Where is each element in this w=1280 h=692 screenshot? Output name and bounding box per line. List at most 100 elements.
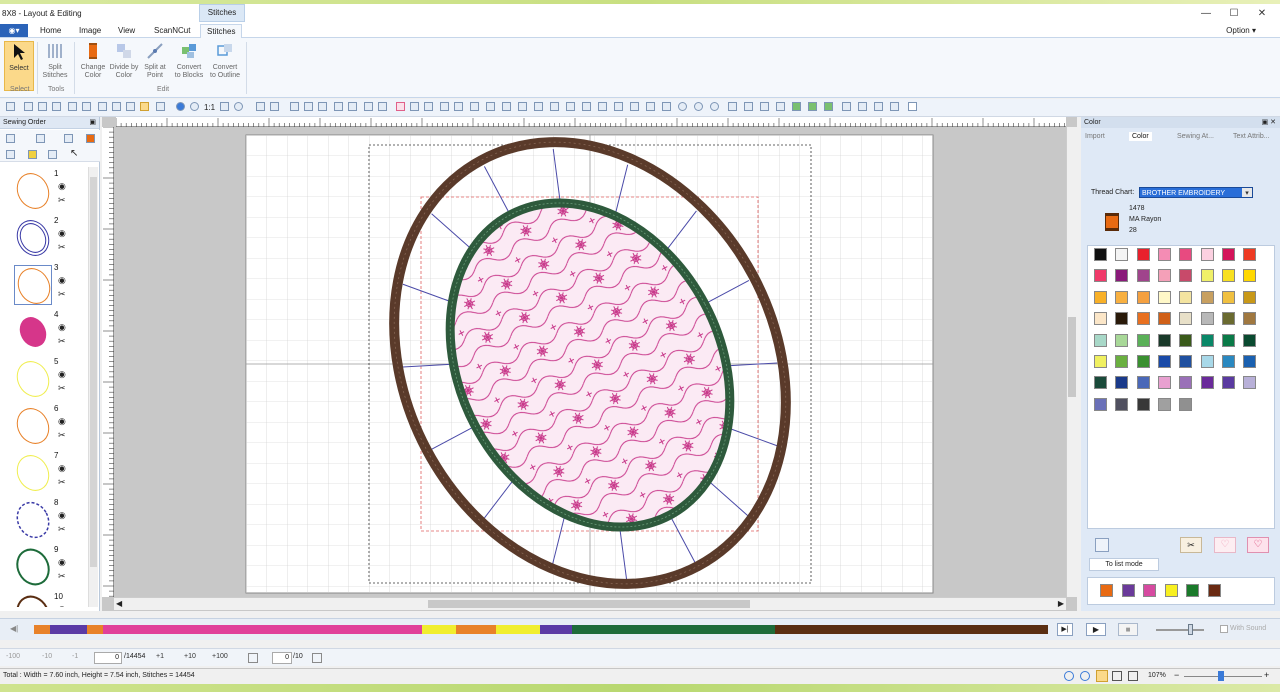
visibility-eye-icon[interactable]: ◉	[58, 463, 66, 474]
toolbar-icon[interactable]	[518, 102, 527, 111]
scissors-icon[interactable]: ✂	[58, 242, 66, 253]
thread-color-swatch[interactable]	[1094, 397, 1107, 411]
toolbar-icon[interactable]	[776, 102, 785, 111]
convert-to-blocks-button[interactable]: Convert to Blocks	[174, 41, 204, 80]
thread-color-swatch[interactable]	[1179, 376, 1193, 390]
thread-color-swatch[interactable]	[1157, 397, 1171, 411]
thread-color-swatch[interactable]	[1179, 312, 1193, 326]
scroll-left-icon[interactable]: ◀	[116, 599, 122, 608]
thread-color-swatch[interactable]	[1243, 290, 1257, 304]
toolbar-icon-active[interactable]	[140, 102, 149, 111]
thread-color-swatch[interactable]	[1136, 397, 1150, 411]
back-10-button[interactable]: -10	[42, 653, 52, 660]
toolbar-icon[interactable]	[842, 102, 851, 111]
zoom-in-icon[interactable]	[68, 102, 77, 111]
scissors-icon[interactable]: ✂	[58, 430, 66, 441]
panel-pin-icon[interactable]: ▣ ✕	[1262, 117, 1276, 128]
toolbar-icon[interactable]	[678, 102, 687, 111]
design-canvas[interactable]	[114, 127, 1066, 597]
toolbar-icon[interactable]	[256, 102, 265, 111]
thread-color-swatch[interactable]	[1200, 269, 1214, 283]
toolbar-icon[interactable]	[220, 102, 229, 111]
thread-color-swatch[interactable]	[1115, 397, 1129, 411]
minimize-button[interactable]: —	[1194, 7, 1218, 21]
thread-color-swatch[interactable]	[1221, 248, 1235, 261]
tab-scanncut[interactable]: ScanNCut	[148, 24, 196, 38]
thread-color-swatch[interactable]	[1243, 248, 1257, 261]
tab-sewing-attributes[interactable]: Sewing At...	[1177, 133, 1214, 140]
view-mode-icon-active[interactable]	[1096, 670, 1108, 682]
thread-color-swatch[interactable]	[1243, 376, 1257, 390]
forward-10-button[interactable]: +10	[184, 653, 196, 660]
toolbar-icon[interactable]	[824, 102, 833, 111]
scissors-icon[interactable]: ✂	[58, 383, 66, 394]
split-stitches-button[interactable]: Split Stitches	[40, 41, 70, 80]
visibility-eye-icon[interactable]: ◉	[58, 369, 66, 380]
thread-color-swatch[interactable]	[1094, 312, 1107, 326]
tab-image[interactable]: Image	[73, 24, 107, 38]
lock-icon[interactable]	[28, 150, 37, 159]
back-1-button[interactable]: -1	[72, 653, 78, 660]
list-mode-icon[interactable]	[1095, 538, 1109, 552]
sewing-order-item[interactable]: 1 ◉ ✂	[0, 167, 88, 213]
scissors-icon[interactable]: ✂	[58, 336, 66, 347]
thread-color-swatch[interactable]	[1157, 312, 1171, 326]
thread-chart-select[interactable]: BROTHER EMBROIDERY ▾	[1139, 187, 1253, 198]
thread-color-swatch[interactable]	[1221, 290, 1235, 304]
toolbar-icon[interactable]	[614, 102, 623, 111]
thread-color-swatch[interactable]	[1200, 290, 1214, 304]
thread-color-swatch[interactable]	[1243, 355, 1257, 368]
thread-color-swatch[interactable]	[1221, 376, 1235, 390]
thread-color-swatch[interactable]	[1094, 248, 1107, 261]
change-color-button[interactable]: Change Color	[78, 41, 108, 80]
thread-color-swatch[interactable]	[1115, 355, 1129, 368]
scissors-icon[interactable]: ✂	[58, 571, 66, 582]
toolbar-icon[interactable]	[318, 102, 327, 111]
thread-color-swatch[interactable]	[1115, 376, 1129, 390]
thread-color-swatch[interactable]	[1179, 248, 1193, 261]
convert-to-outline-button[interactable]: Convert to Outline	[210, 41, 240, 80]
speed-slider-thumb[interactable]	[1188, 624, 1193, 635]
toolbar-icon[interactable]	[364, 102, 373, 111]
heart-outline-icon[interactable]: ♡	[1214, 537, 1236, 553]
thread-color-swatch[interactable]	[1136, 290, 1150, 304]
toolbar-icon[interactable]	[190, 102, 199, 111]
used-color-swatch[interactable]	[1164, 584, 1178, 597]
toolbar-icon[interactable]	[486, 102, 495, 111]
sewing-order-item[interactable]: 3 ◉ ✂	[0, 261, 88, 307]
toolbar-icon[interactable]	[38, 102, 47, 111]
toolbar-icon[interactable]	[86, 134, 95, 143]
toolbar-icon[interactable]	[760, 102, 769, 111]
to-list-mode-button[interactable]: To list mode	[1089, 558, 1159, 571]
scroll-right-icon[interactable]: ▶	[1058, 599, 1064, 608]
scissors-icon[interactable]: ✂	[58, 195, 66, 206]
scissors-icon[interactable]: ✂	[58, 477, 66, 488]
thread-color-swatch[interactable]	[1115, 333, 1129, 347]
scrollbar-thumb[interactable]	[1068, 317, 1076, 397]
toolbar-icon[interactable]	[348, 102, 357, 111]
thread-color-swatch[interactable]	[1221, 355, 1235, 368]
toolbar-icon[interactable]	[290, 102, 299, 111]
skip-start-icon[interactable]: ◀|	[10, 624, 18, 633]
scrollbar-thumb[interactable]	[90, 177, 97, 567]
toolbar-icon[interactable]	[378, 102, 387, 111]
thread-color-swatch[interactable]	[1136, 269, 1150, 283]
thread-color-swatch[interactable]	[1115, 248, 1129, 261]
toolbar-icon[interactable]	[890, 102, 899, 111]
color-step-back-icon[interactable]	[248, 653, 258, 663]
toolbar-icon[interactable]	[36, 134, 45, 143]
color-step-forward-icon[interactable]	[312, 653, 322, 663]
zoom-slider-thumb[interactable]	[1218, 671, 1224, 681]
tab-view[interactable]: View	[112, 24, 141, 38]
toolbar-icon[interactable]	[64, 134, 73, 143]
toolbar-icon[interactable]	[792, 102, 801, 111]
view-mode-icon[interactable]	[1128, 671, 1138, 681]
visibility-eye-icon[interactable]: ◉	[58, 181, 66, 192]
settings-icon[interactable]	[234, 102, 243, 111]
thread-color-swatch[interactable]	[1157, 290, 1171, 304]
tab-color[interactable]: Color	[1129, 132, 1152, 141]
visibility-eye-icon[interactable]: ◉	[58, 322, 66, 333]
sewing-order-item[interactable]: 7 ◉ ✂	[0, 449, 88, 495]
speed-slider-track[interactable]	[1156, 629, 1204, 631]
thread-color-swatch[interactable]	[1200, 312, 1214, 326]
